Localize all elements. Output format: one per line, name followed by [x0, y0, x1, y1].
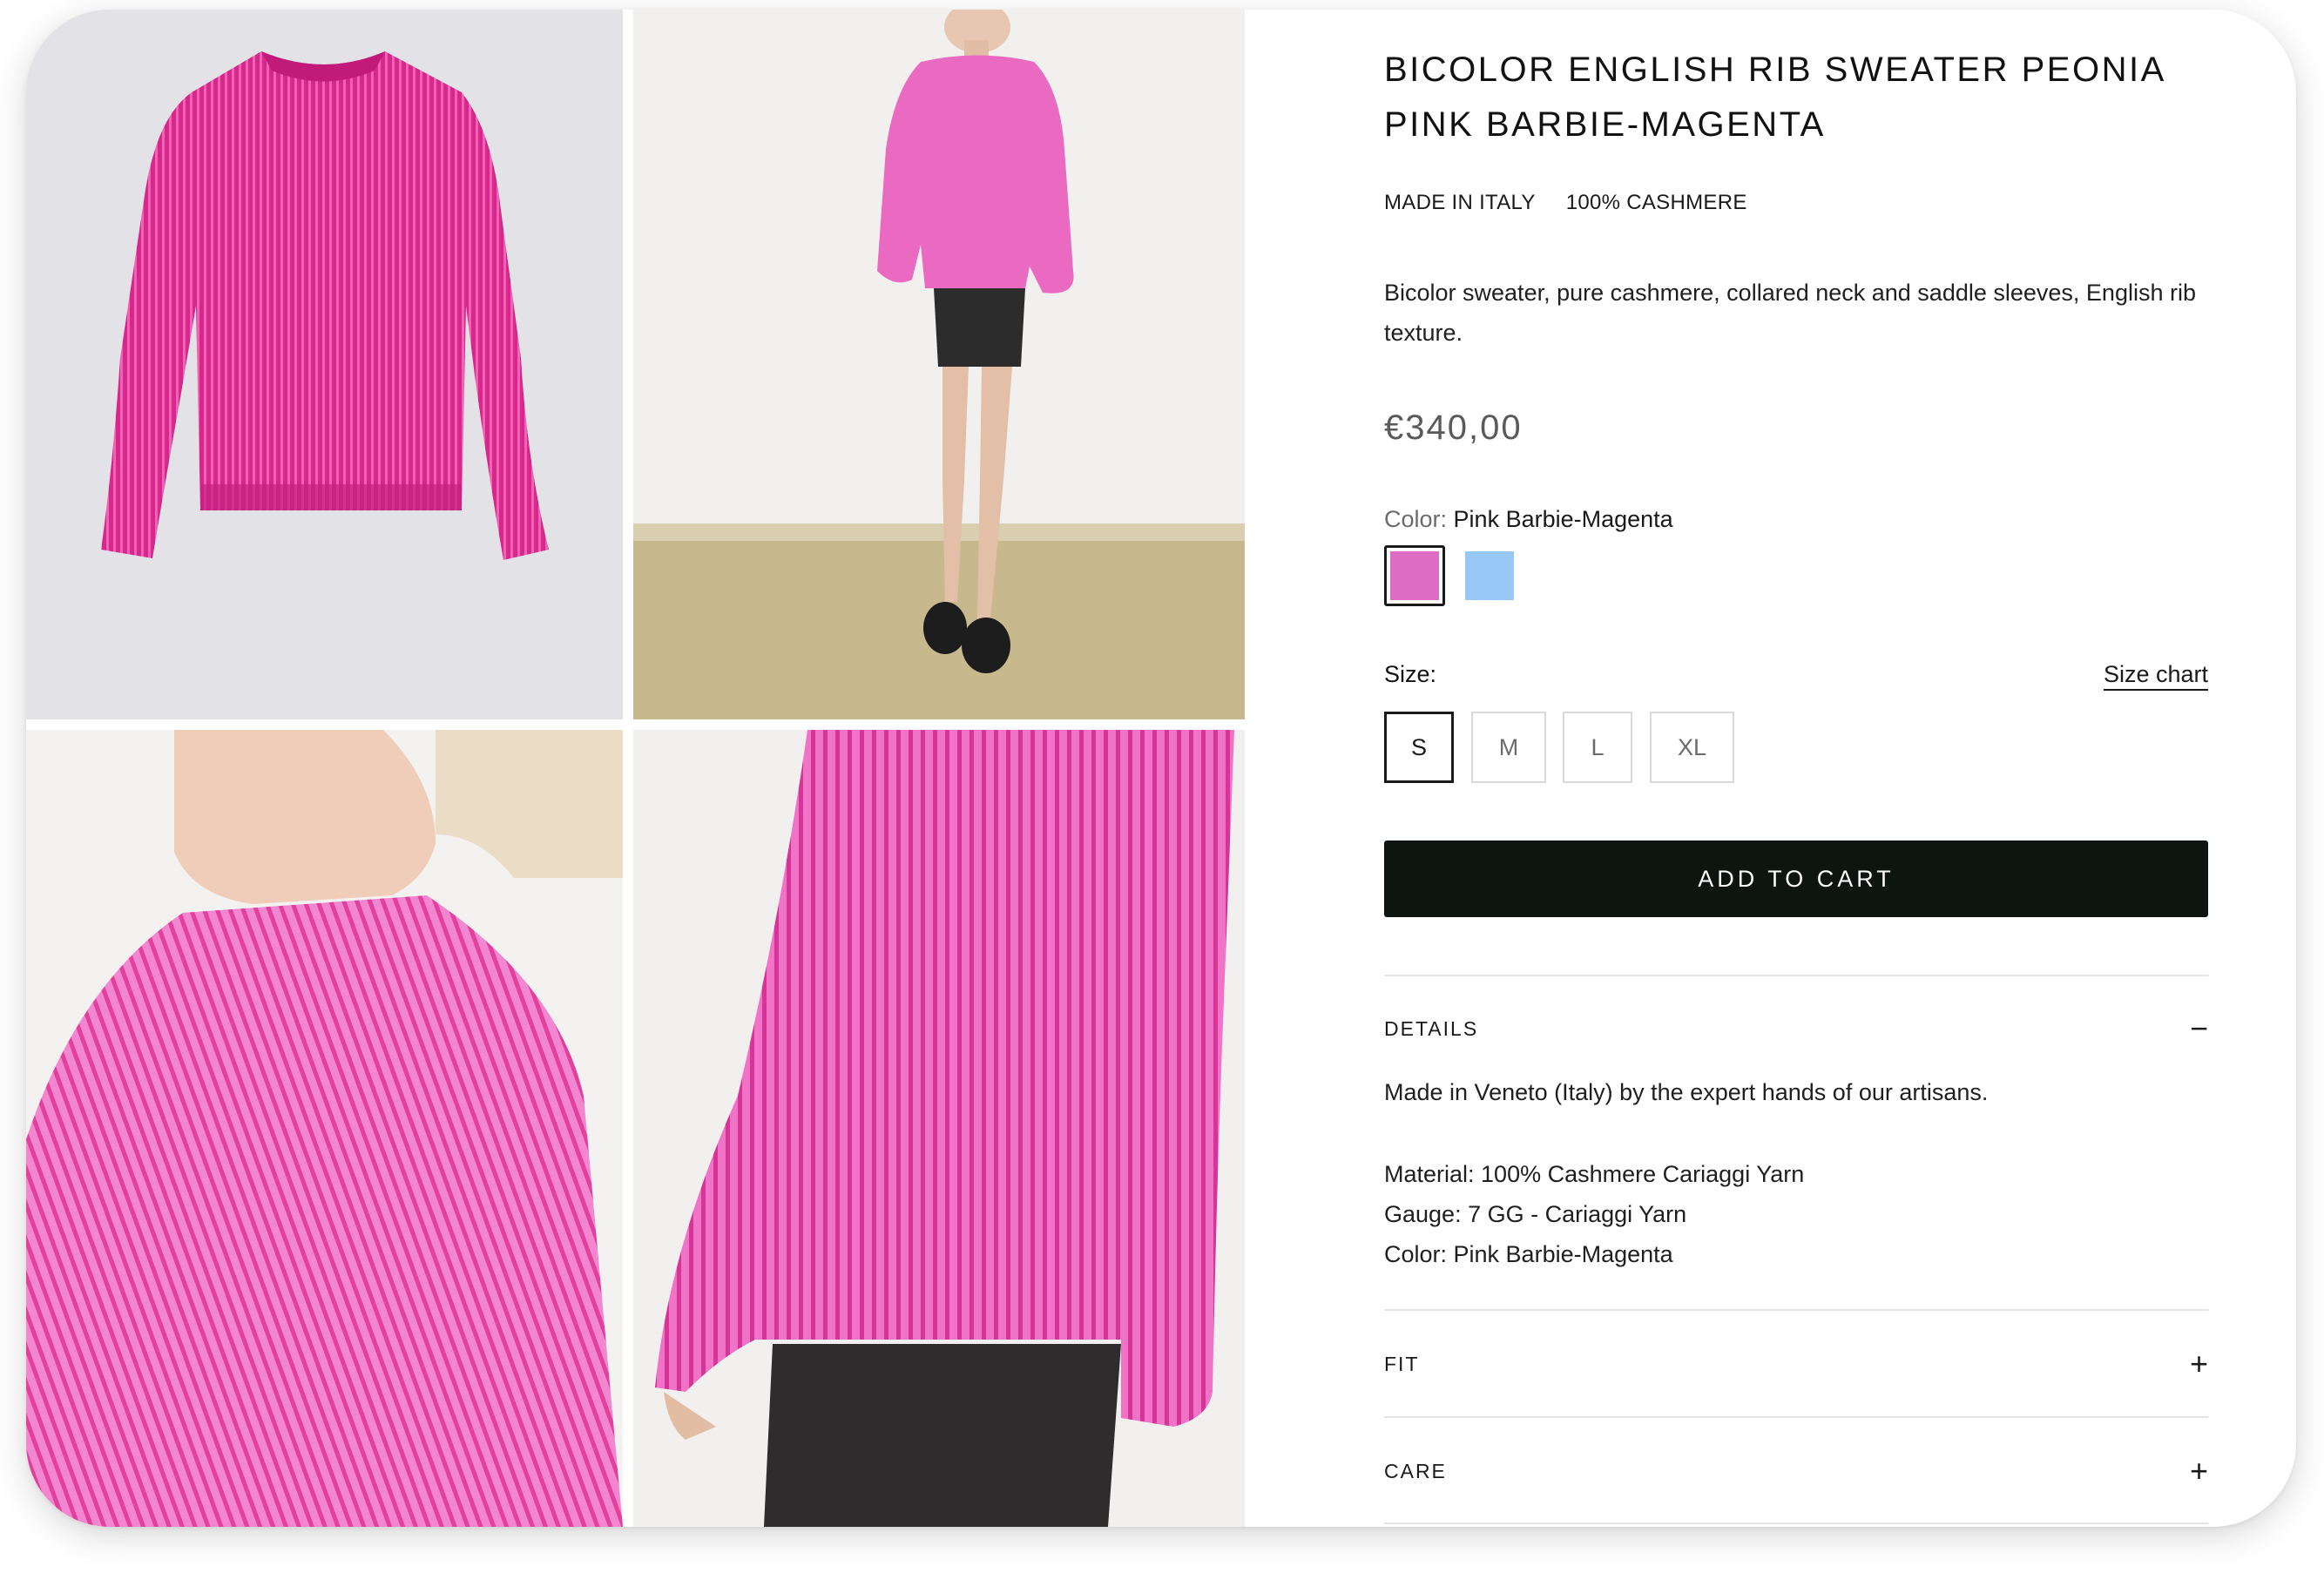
model-full-body-image [633, 10, 1245, 719]
product-image-sleeve[interactable] [633, 730, 1245, 1527]
color-selector-label: Color: Pink Barbie-Magenta [1384, 506, 1673, 533]
product-tags: MADE IN ITALY 100% CASHMERE [1384, 191, 1772, 215]
details-line: Made in Veneto (Italy) by the expert han… [1384, 1079, 1989, 1105]
color-swatches [1384, 545, 1558, 606]
sweater-flat-lay-image [101, 51, 549, 560]
swatch-light-blue[interactable] [1465, 551, 1514, 600]
product-image-model[interactable] [633, 10, 1245, 719]
accordion-details-content: Made in Veneto (Italy) by the expert han… [1384, 1072, 2208, 1274]
details-line: Material: 100% Cashmere Cariaggi Yarn [1384, 1161, 1805, 1187]
size-option-s[interactable]: S [1384, 712, 1454, 783]
add-to-cart-button[interactable]: ADD TO CART [1384, 841, 2208, 917]
divider [1384, 1522, 2208, 1524]
details-line: Gauge: 7 GG - Cariaggi Yarn [1384, 1201, 1687, 1227]
accordion-care-header[interactable]: CARE + [1384, 1453, 2208, 1489]
product-image-flat-lay[interactable] [26, 10, 623, 719]
tag-cashmere: 100% CASHMERE [1565, 191, 1747, 214]
size-option-m[interactable]: M [1471, 712, 1546, 783]
size-selector-header: Size: Size chart [1384, 661, 2208, 688]
model-shoulder-closeup-image [26, 730, 623, 1527]
product-title: BICOLOR ENGLISH RIB SWEATER PEONIA PINK … [1384, 51, 2165, 144]
divider [1384, 975, 2208, 976]
product-image-shoulder[interactable] [26, 730, 623, 1527]
color-value: Pink Barbie-Magenta [1453, 506, 1673, 532]
swatch-pink-barbie-magenta[interactable] [1384, 545, 1445, 606]
accordion-details-header[interactable]: DETAILS − [1384, 1010, 2208, 1046]
divider [1384, 1416, 2208, 1418]
size-chart-link[interactable]: Size chart [2104, 661, 2208, 688]
product-page: BICOLOR ENGLISH RIB SWEATER PEONIA PINK … [26, 10, 2296, 1527]
divider [1384, 1309, 2208, 1311]
color-label: Color: [1384, 506, 1448, 532]
size-option-l[interactable]: L [1563, 712, 1632, 783]
plus-icon: + [2189, 1453, 2208, 1489]
accordion-care-label: CARE [1384, 1460, 1447, 1482]
tag-made-in-italy: MADE IN ITALY [1384, 191, 1536, 214]
accordion-fit-header[interactable]: FIT + [1384, 1346, 2208, 1381]
product-description: Bicolor sweater, pure cashmere, collared… [1384, 280, 2196, 346]
minus-icon: − [2189, 1010, 2208, 1046]
size-option-xl[interactable]: XL [1650, 712, 1734, 783]
swatch-pink-fill [1390, 551, 1439, 600]
plus-icon: + [2189, 1346, 2208, 1381]
details-line: Color: Pink Barbie-Magenta [1384, 1241, 1673, 1267]
size-options: S M L XL [1384, 712, 2208, 786]
accordion-details-label: DETAILS [1384, 1017, 1479, 1040]
product-price: €340,00 [1384, 408, 1523, 447]
accordion-fit-label: FIT [1384, 1353, 1420, 1375]
size-label: Size: [1384, 661, 1437, 687]
sweater-sleeve-detail-image [655, 730, 1234, 1527]
